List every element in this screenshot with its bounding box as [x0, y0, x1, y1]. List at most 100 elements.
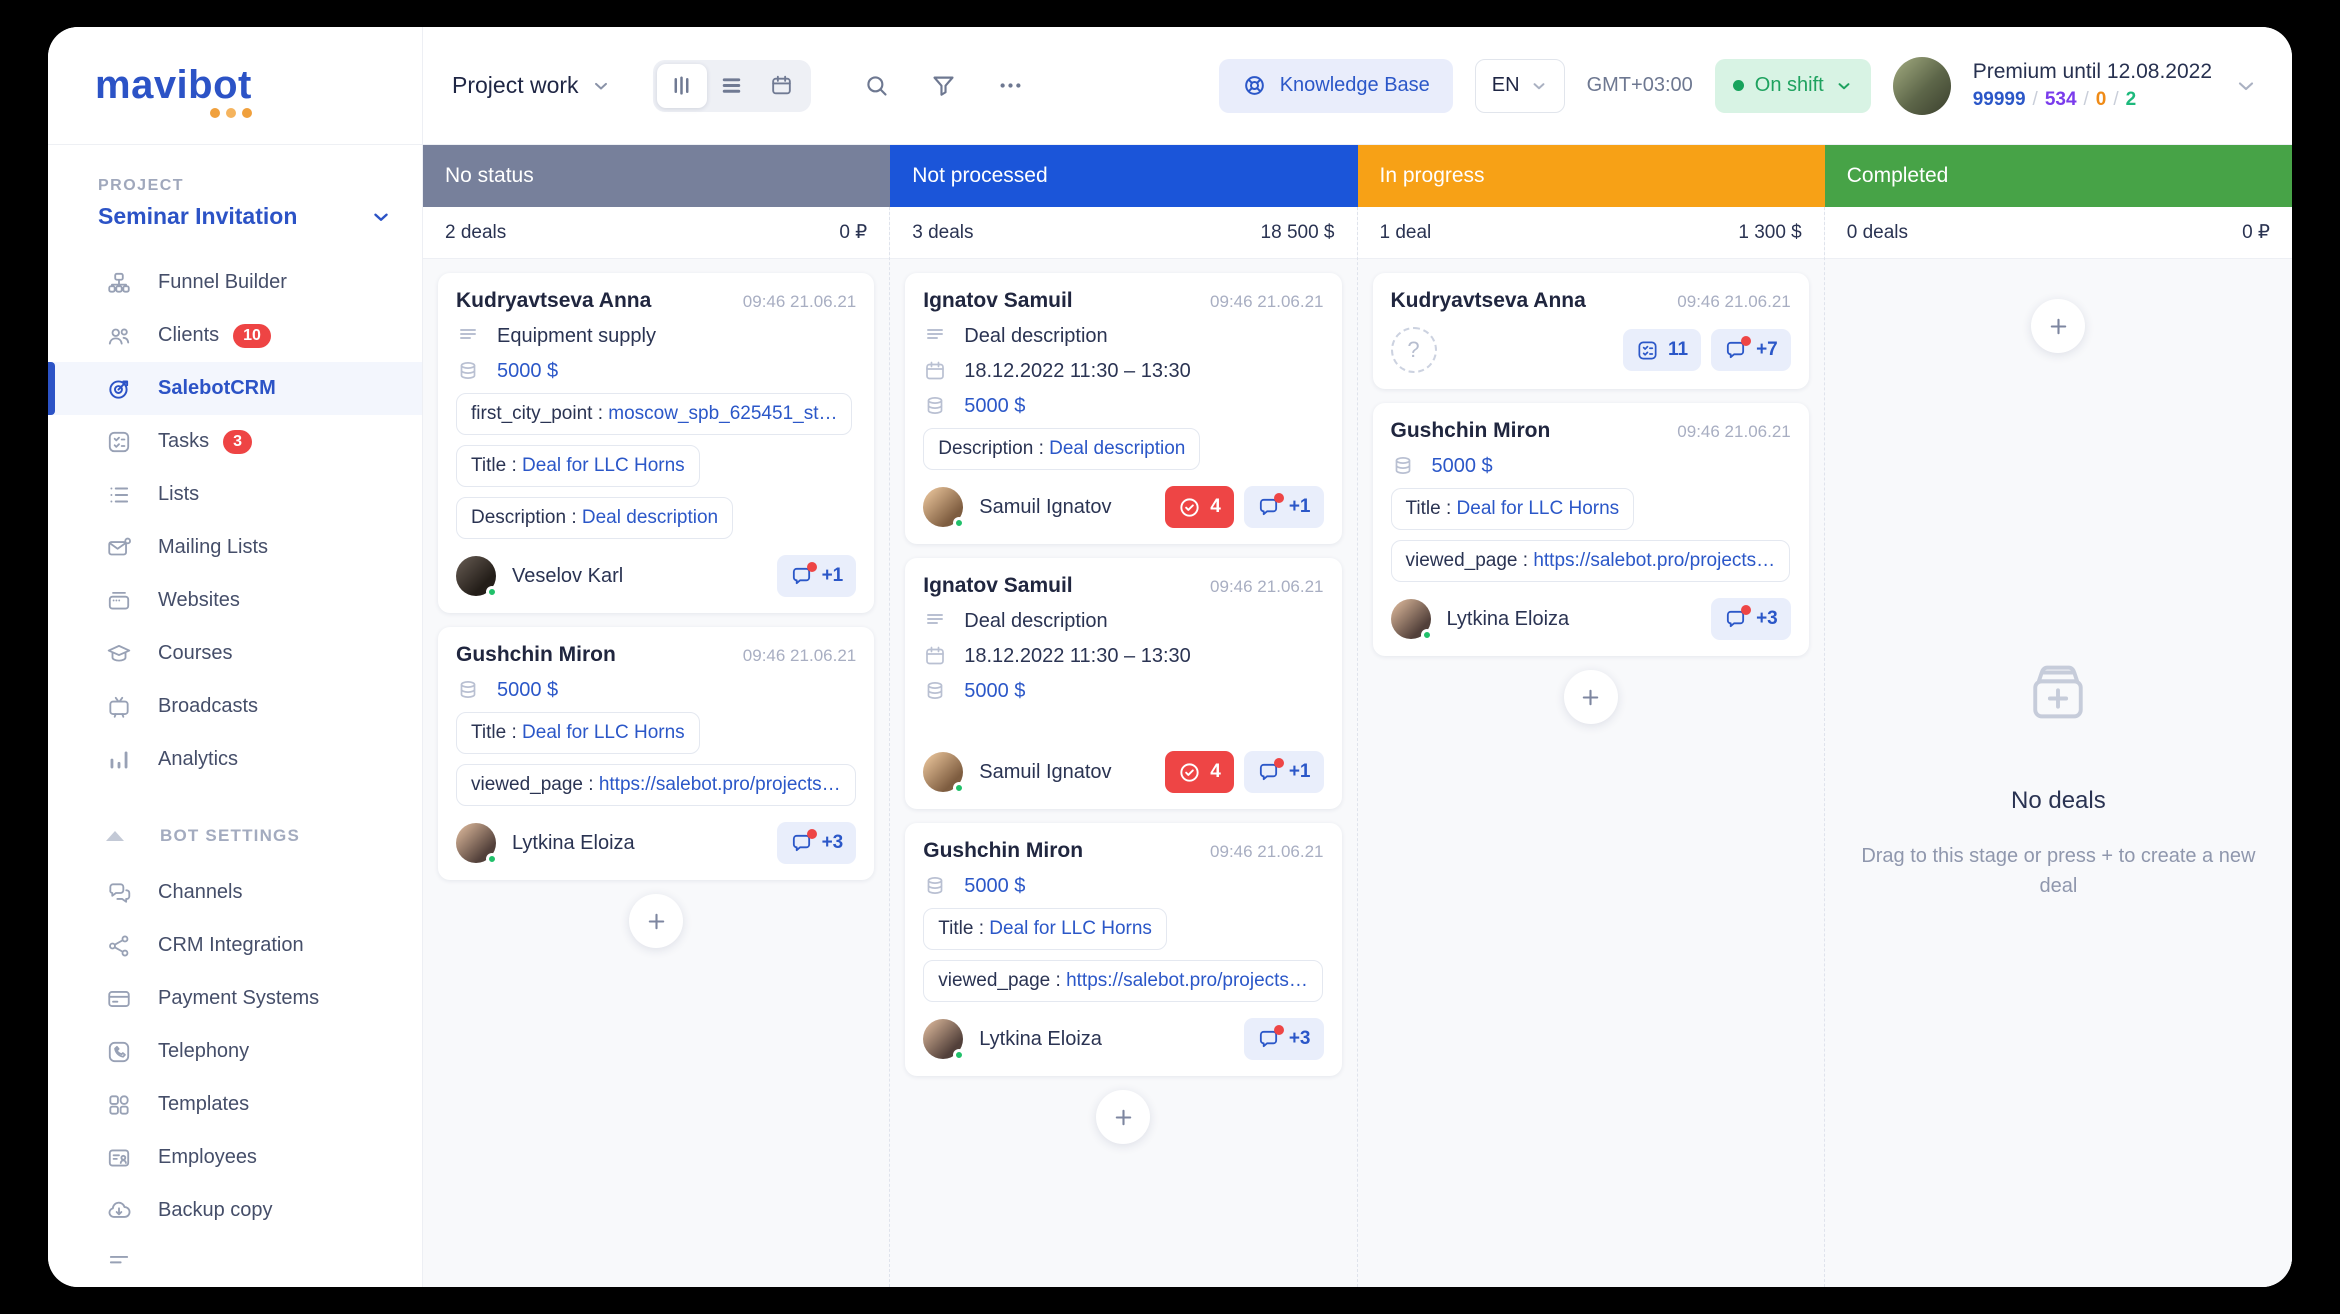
knowledge-base-button[interactable]: Knowledge Base — [1219, 59, 1453, 113]
deal-card[interactable]: Gushchin Miron 09:46 21.06.21 5000 $ Tit… — [905, 823, 1341, 1076]
add-deal-button[interactable] — [1096, 1090, 1150, 1144]
tag-value-link: Deal for LLC Horns — [522, 722, 685, 743]
filter-icon[interactable] — [930, 72, 957, 99]
topbar-right: Knowledge Base EN GMT+03:00 On shift Pre… — [1219, 57, 2258, 115]
sidebar-item-tasks[interactable]: Tasks 3 — [48, 415, 422, 468]
chevron-down-icon[interactable] — [2234, 74, 2258, 98]
online-dot-icon — [1733, 80, 1744, 91]
deal-tag[interactable]: first_city_point : moscow_spb_625451_st… — [456, 393, 852, 435]
sidebar-item-salebotcrm[interactable]: SalebotCRM — [48, 362, 422, 415]
sidebar-item-lists[interactable]: Lists — [48, 468, 422, 521]
user-avatar[interactable] — [1893, 57, 1951, 115]
deal-card[interactable]: Ignatov Samuil 09:46 21.06.21 Deal descr… — [905, 558, 1341, 809]
sidebar-item-websites[interactable]: Websites — [48, 574, 422, 627]
chevron-down-icon — [1835, 77, 1853, 95]
language-selector[interactable]: EN — [1475, 59, 1565, 113]
tasks-badge[interactable]: 11 — [1623, 329, 1701, 371]
bot-settings-section[interactable]: BOT SETTINGS — [48, 826, 422, 846]
deal-card[interactable]: Ignatov Samuil 09:46 21.06.21 Deal descr… — [905, 273, 1341, 544]
plus-icon — [2047, 315, 2070, 338]
deal-tag[interactable]: Description : Deal description — [923, 428, 1200, 470]
overdue-tasks-badge[interactable]: 4 — [1165, 486, 1234, 528]
empty-state: No deals Drag to this stage or press + t… — [1840, 653, 2277, 901]
coins-icon — [923, 874, 947, 898]
sidebar-item-templates[interactable]: Templates — [48, 1078, 422, 1131]
sidebar-item-clients[interactable]: Clients 10 — [48, 309, 422, 362]
sidebar-item-channels[interactable]: Channels — [48, 866, 422, 919]
deal-tag[interactable]: Title : Deal for LLC Horns — [923, 908, 1167, 950]
stat-value: 0 — [2096, 89, 2107, 111]
check-circle-icon — [1178, 761, 1201, 784]
crm-integration-icon — [106, 933, 132, 959]
deal-tag[interactable]: Description : Deal description — [456, 497, 733, 539]
deal-card[interactable]: Gushchin Miron 09:46 21.06.21 5000 $ Tit… — [438, 627, 874, 880]
project-selector[interactable]: Seminar Invitation — [48, 195, 422, 230]
add-deal-button[interactable] — [2031, 299, 2085, 353]
salebotcrm-dart-icon — [106, 376, 132, 402]
account-summary[interactable]: Premium until 12.08.2022 99999 / 534 / 0… — [1973, 60, 2212, 111]
manager-avatar — [1391, 599, 1431, 639]
sidebar-item-courses[interactable]: Courses — [48, 627, 422, 680]
column-header[interactable]: In progress — [1358, 145, 1825, 207]
column-header[interactable]: Completed — [1825, 145, 2292, 207]
deal-tag[interactable]: Title : Deal for LLC Horns — [1391, 488, 1635, 530]
list-view-button[interactable] — [707, 64, 757, 108]
coins-icon — [1391, 454, 1415, 478]
deal-card[interactable]: Kudryavtseva Anna 09:46 21.06.21 ? 11 — [1373, 273, 1809, 389]
project-name: Seminar Invitation — [98, 203, 297, 230]
calendar-icon — [923, 359, 947, 383]
comments-badge[interactable]: +1 — [1244, 751, 1324, 793]
sidebar: mavibot PROJECT Seminar Invitation Funne… — [48, 27, 423, 1287]
comments-badge[interactable]: +7 — [1711, 329, 1791, 371]
column-header[interactable]: Not processed — [890, 145, 1357, 207]
chevron-down-icon — [591, 76, 611, 96]
deal-card[interactable]: Gushchin Miron 09:46 21.06.21 5000 $ Tit… — [1373, 403, 1809, 656]
deal-tag[interactable]: Title : Deal for LLC Horns — [456, 445, 700, 487]
comments-badge[interactable]: +3 — [777, 822, 857, 864]
coins-icon — [923, 394, 947, 418]
comments-badge[interactable]: +1 — [777, 555, 857, 597]
lifebuoy-icon — [1242, 73, 1267, 98]
project-work-dropdown[interactable]: Project work — [452, 72, 611, 99]
ellipsis-icon[interactable] — [997, 72, 1024, 99]
sidebar-item-payment-systems[interactable]: Payment Systems — [48, 972, 422, 1025]
task-list-icon — [1636, 339, 1659, 362]
add-deal-button[interactable] — [629, 894, 683, 948]
mailing-lists-icon — [106, 535, 132, 561]
unknown-avatar-icon: ? — [1391, 327, 1437, 373]
shift-status-button[interactable]: On shift — [1715, 59, 1871, 113]
logo-wordmark: mavibot — [95, 63, 252, 107]
search-icon[interactable] — [863, 72, 890, 99]
sidebar-item-telephony[interactable]: Telephony — [48, 1025, 422, 1078]
overdue-tasks-badge[interactable]: 4 — [1165, 751, 1234, 793]
chevron-down-icon — [1530, 77, 1548, 95]
deal-card[interactable]: Kudryavtseva Anna 09:46 21.06.21 Equipme… — [438, 273, 874, 613]
sidebar-item-mailing-lists[interactable]: Mailing Lists — [48, 521, 422, 574]
employees-icon — [106, 1145, 132, 1171]
chevron-down-icon — [370, 206, 392, 228]
kanban-view-button[interactable] — [657, 64, 707, 108]
sidebar-item-partial[interactable] — [48, 1237, 422, 1287]
sidebar-item-analytics[interactable]: Analytics — [48, 733, 422, 786]
calendar-view-button[interactable] — [757, 64, 807, 108]
sidebar-item-funnel-builder[interactable]: Funnel Builder — [48, 256, 422, 309]
comments-badge[interactable]: +3 — [1244, 1018, 1324, 1060]
deal-tag[interactable]: Title : Deal for LLC Horns — [456, 712, 700, 754]
comments-badge[interactable]: +3 — [1711, 598, 1791, 640]
sidebar-item-broadcasts[interactable]: Broadcasts — [48, 680, 422, 733]
deal-tag[interactable]: viewed_page : https://salebot.pro/projec… — [923, 960, 1323, 1002]
comments-badge[interactable]: +1 — [1244, 486, 1324, 528]
deal-timestamp: 09:46 21.06.21 — [1210, 842, 1323, 862]
sidebar-item-backup-copy[interactable]: Backup copy — [48, 1184, 422, 1237]
add-deal-button[interactable] — [1564, 670, 1618, 724]
funnel-builder-icon — [106, 270, 132, 296]
deal-tag[interactable]: viewed_page : https://salebot.pro/projec… — [456, 764, 856, 806]
sidebar-item-employees[interactable]: Employees — [48, 1131, 422, 1184]
calendar-view-icon — [769, 73, 794, 98]
deal-tag[interactable]: viewed_page : https://salebot.pro/projec… — [1391, 540, 1791, 582]
stat-value: 534 — [2045, 89, 2077, 111]
column-header[interactable]: No status — [423, 145, 890, 207]
sidebar-item-crm-integration[interactable]: CRM Integration — [48, 919, 422, 972]
deal-timestamp: 09:46 21.06.21 — [1677, 422, 1790, 442]
plus-icon — [1579, 686, 1602, 709]
